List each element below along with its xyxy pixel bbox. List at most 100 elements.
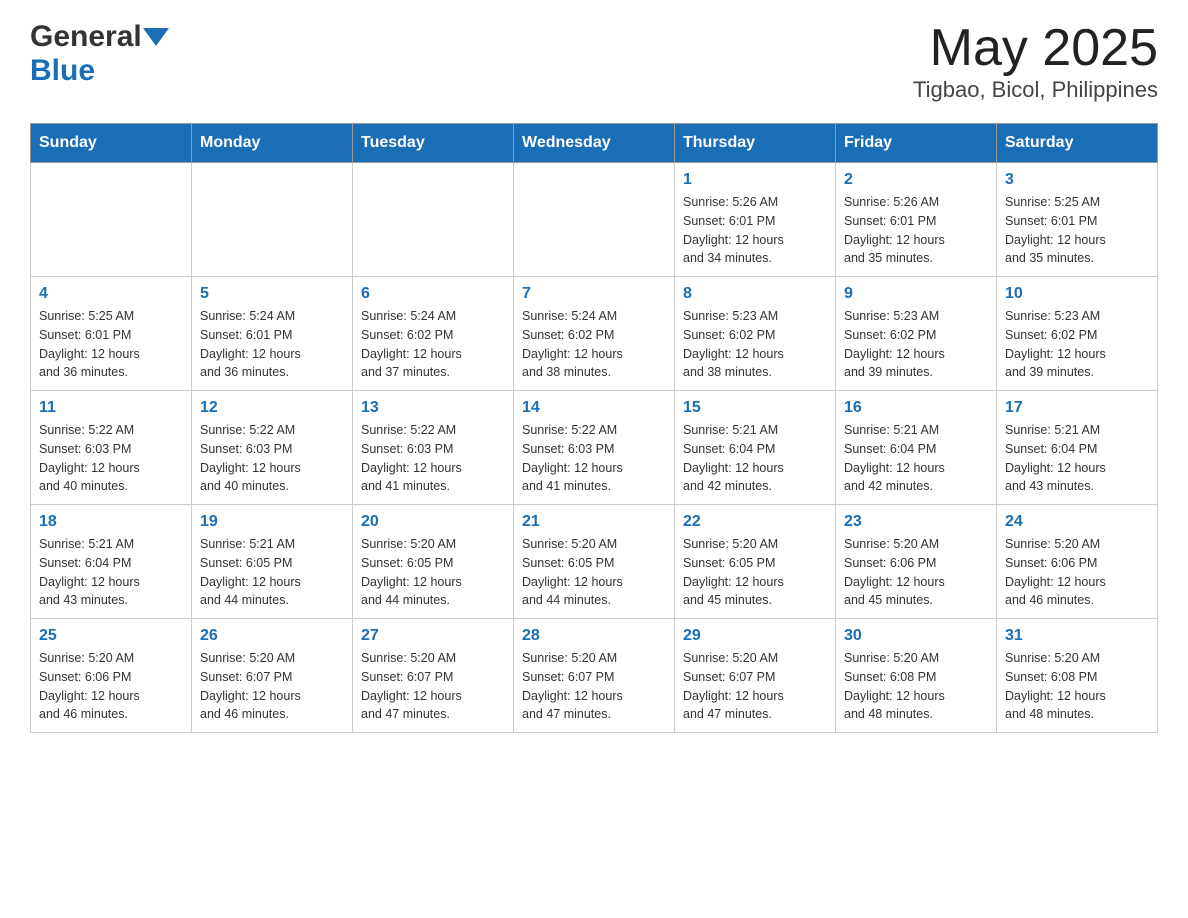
day-number: 14 [522, 399, 666, 417]
week-row-5: 25Sunrise: 5:20 AM Sunset: 6:06 PM Dayli… [31, 619, 1158, 733]
calendar-subtitle: Tigbao, Bicol, Philippines [913, 77, 1158, 103]
logo: General Blue [30, 20, 169, 88]
week-row-2: 4Sunrise: 5:25 AM Sunset: 6:01 PM Daylig… [31, 277, 1158, 391]
day-info: Sunrise: 5:21 AM Sunset: 6:04 PM Dayligh… [683, 421, 827, 496]
calendar-cell: 6 Sunrise: 5:24 AM Sunset: 6:02 PM Daylig… [353, 277, 514, 391]
calendar-header-row: SundayMondayTuesdayWednesdayThursdayFrid… [31, 124, 1158, 163]
logo-general-text: General [30, 20, 142, 54]
day-info: Sunrise: 5:21 AM Sunset: 6:04 PM Dayligh… [39, 535, 183, 610]
calendar-cell: 14 Sunrise: 5:22 AM Sunset: 6:03 PM Dayli… [514, 391, 675, 505]
calendar-cell: 2 Sunrise: 5:26 AM Sunset: 6:01 PM Daylig… [836, 163, 997, 277]
day-number: 24 [1005, 513, 1149, 531]
calendar-cell: 13Sunrise: 5:22 AM Sunset: 6:03 PM Dayli… [353, 391, 514, 505]
day-info: Sunrise: 5:20 AM Sunset: 6:05 PM Dayligh… [683, 535, 827, 610]
calendar-cell: 19Sunrise: 5:21 AM Sunset: 6:05 PM Dayli… [192, 505, 353, 619]
calendar-cell: 23 Sunrise: 5:20 AM Sunset: 6:06 PM Dayli… [836, 505, 997, 619]
day-info: Sunrise: 5:20 AM Sunset: 6:05 PM Dayligh… [522, 535, 666, 610]
day-number: 27 [361, 627, 505, 645]
day-info: Sunrise: 5:22 AM Sunset: 6:03 PM Dayligh… [522, 421, 666, 496]
day-number: 31 [1005, 627, 1149, 645]
day-info: Sunrise: 5:20 AM Sunset: 6:05 PM Dayligh… [361, 535, 505, 610]
calendar-cell: 11 Sunrise: 5:22 AM Sunset: 6:03 PM Dayli… [31, 391, 192, 505]
day-info: Sunrise: 5:20 AM Sunset: 6:07 PM Dayligh… [683, 649, 827, 724]
calendar-cell: 10Sunrise: 5:23 AM Sunset: 6:02 PM Dayli… [997, 277, 1158, 391]
day-number: 2 [844, 171, 988, 189]
day-number: 4 [39, 285, 183, 303]
week-row-1: 1Sunrise: 5:26 AM Sunset: 6:01 PM Daylig… [31, 163, 1158, 277]
day-info: Sunrise: 5:24 AM Sunset: 6:02 PM Dayligh… [361, 307, 505, 382]
day-info: Sunrise: 5:24 AM Sunset: 6:02 PM Dayligh… [522, 307, 666, 382]
calendar-cell [514, 163, 675, 277]
calendar-cell: 25Sunrise: 5:20 AM Sunset: 6:06 PM Dayli… [31, 619, 192, 733]
day-number: 3 [1005, 171, 1149, 189]
logo-blue-text: Blue [30, 54, 95, 88]
column-header-tuesday: Tuesday [353, 124, 514, 163]
day-info: Sunrise: 5:22 AM Sunset: 6:03 PM Dayligh… [200, 421, 344, 496]
day-info: Sunrise: 5:20 AM Sunset: 6:06 PM Dayligh… [844, 535, 988, 610]
calendar-cell: 26 Sunrise: 5:20 AM Sunset: 6:07 PM Dayli… [192, 619, 353, 733]
calendar-cell: 30 Sunrise: 5:20 AM Sunset: 6:08 PM Dayli… [836, 619, 997, 733]
day-number: 15 [683, 399, 827, 417]
logo-arrow-icon [143, 28, 169, 46]
calendar-cell [192, 163, 353, 277]
day-number: 20 [361, 513, 505, 531]
day-number: 8 [683, 285, 827, 303]
day-number: 22 [683, 513, 827, 531]
column-header-sunday: Sunday [31, 124, 192, 163]
calendar-title: May 2025 [913, 20, 1158, 77]
calendar-cell: 28 Sunrise: 5:20 AM Sunset: 6:07 PM Dayli… [514, 619, 675, 733]
day-number: 17 [1005, 399, 1149, 417]
day-number: 30 [844, 627, 988, 645]
calendar-table: SundayMondayTuesdayWednesdayThursdayFrid… [30, 123, 1158, 733]
day-number: 12 [200, 399, 344, 417]
day-info: Sunrise: 5:22 AM Sunset: 6:03 PM Dayligh… [39, 421, 183, 496]
calendar-cell: 20 Sunrise: 5:20 AM Sunset: 6:05 PM Dayli… [353, 505, 514, 619]
day-number: 16 [844, 399, 988, 417]
column-header-saturday: Saturday [997, 124, 1158, 163]
day-info: Sunrise: 5:20 AM Sunset: 6:07 PM Dayligh… [361, 649, 505, 724]
day-number: 23 [844, 513, 988, 531]
calendar-cell [353, 163, 514, 277]
day-info: Sunrise: 5:20 AM Sunset: 6:07 PM Dayligh… [200, 649, 344, 724]
column-header-wednesday: Wednesday [514, 124, 675, 163]
calendar-cell: 31 Sunrise: 5:20 AM Sunset: 6:08 PM Dayli… [997, 619, 1158, 733]
calendar-cell: 4Sunrise: 5:25 AM Sunset: 6:01 PM Daylig… [31, 277, 192, 391]
day-number: 13 [361, 399, 505, 417]
calendar-cell: 15 Sunrise: 5:21 AM Sunset: 6:04 PM Dayli… [675, 391, 836, 505]
day-info: Sunrise: 5:20 AM Sunset: 6:08 PM Dayligh… [844, 649, 988, 724]
day-number: 26 [200, 627, 344, 645]
calendar-cell: 1Sunrise: 5:26 AM Sunset: 6:01 PM Daylig… [675, 163, 836, 277]
calendar-cell: 22 Sunrise: 5:20 AM Sunset: 6:05 PM Dayli… [675, 505, 836, 619]
calendar-cell [31, 163, 192, 277]
day-info: Sunrise: 5:20 AM Sunset: 6:08 PM Dayligh… [1005, 649, 1149, 724]
day-info: Sunrise: 5:21 AM Sunset: 6:05 PM Dayligh… [200, 535, 344, 610]
day-number: 10 [1005, 285, 1149, 303]
day-number: 28 [522, 627, 666, 645]
day-info: Sunrise: 5:20 AM Sunset: 6:07 PM Dayligh… [522, 649, 666, 724]
calendar-cell: 12 Sunrise: 5:22 AM Sunset: 6:03 PM Dayli… [192, 391, 353, 505]
column-header-friday: Friday [836, 124, 997, 163]
day-number: 6 [361, 285, 505, 303]
day-info: Sunrise: 5:26 AM Sunset: 6:01 PM Dayligh… [844, 193, 988, 268]
day-info: Sunrise: 5:23 AM Sunset: 6:02 PM Dayligh… [683, 307, 827, 382]
day-number: 21 [522, 513, 666, 531]
day-info: Sunrise: 5:21 AM Sunset: 6:04 PM Dayligh… [844, 421, 988, 496]
day-number: 11 [39, 399, 183, 417]
day-number: 18 [39, 513, 183, 531]
calendar-cell: 24 Sunrise: 5:20 AM Sunset: 6:06 PM Dayli… [997, 505, 1158, 619]
calendar-cell: 29Sunrise: 5:20 AM Sunset: 6:07 PM Dayli… [675, 619, 836, 733]
day-number: 5 [200, 285, 344, 303]
column-header-thursday: Thursday [675, 124, 836, 163]
day-info: Sunrise: 5:20 AM Sunset: 6:06 PM Dayligh… [1005, 535, 1149, 610]
day-number: 7 [522, 285, 666, 303]
day-info: Sunrise: 5:23 AM Sunset: 6:02 PM Dayligh… [844, 307, 988, 382]
calendar-cell: 17Sunrise: 5:21 AM Sunset: 6:04 PM Dayli… [997, 391, 1158, 505]
title-block: May 2025 Tigbao, Bicol, Philippines [913, 20, 1158, 103]
column-header-monday: Monday [192, 124, 353, 163]
day-info: Sunrise: 5:20 AM Sunset: 6:06 PM Dayligh… [39, 649, 183, 724]
week-row-3: 11 Sunrise: 5:22 AM Sunset: 6:03 PM Dayli… [31, 391, 1158, 505]
calendar-cell: 3Sunrise: 5:25 AM Sunset: 6:01 PM Daylig… [997, 163, 1158, 277]
calendar-cell: 18 Sunrise: 5:21 AM Sunset: 6:04 PM Dayli… [31, 505, 192, 619]
day-number: 9 [844, 285, 988, 303]
page-header: General Blue May 2025 Tigbao, Bicol, Phi… [30, 20, 1158, 103]
